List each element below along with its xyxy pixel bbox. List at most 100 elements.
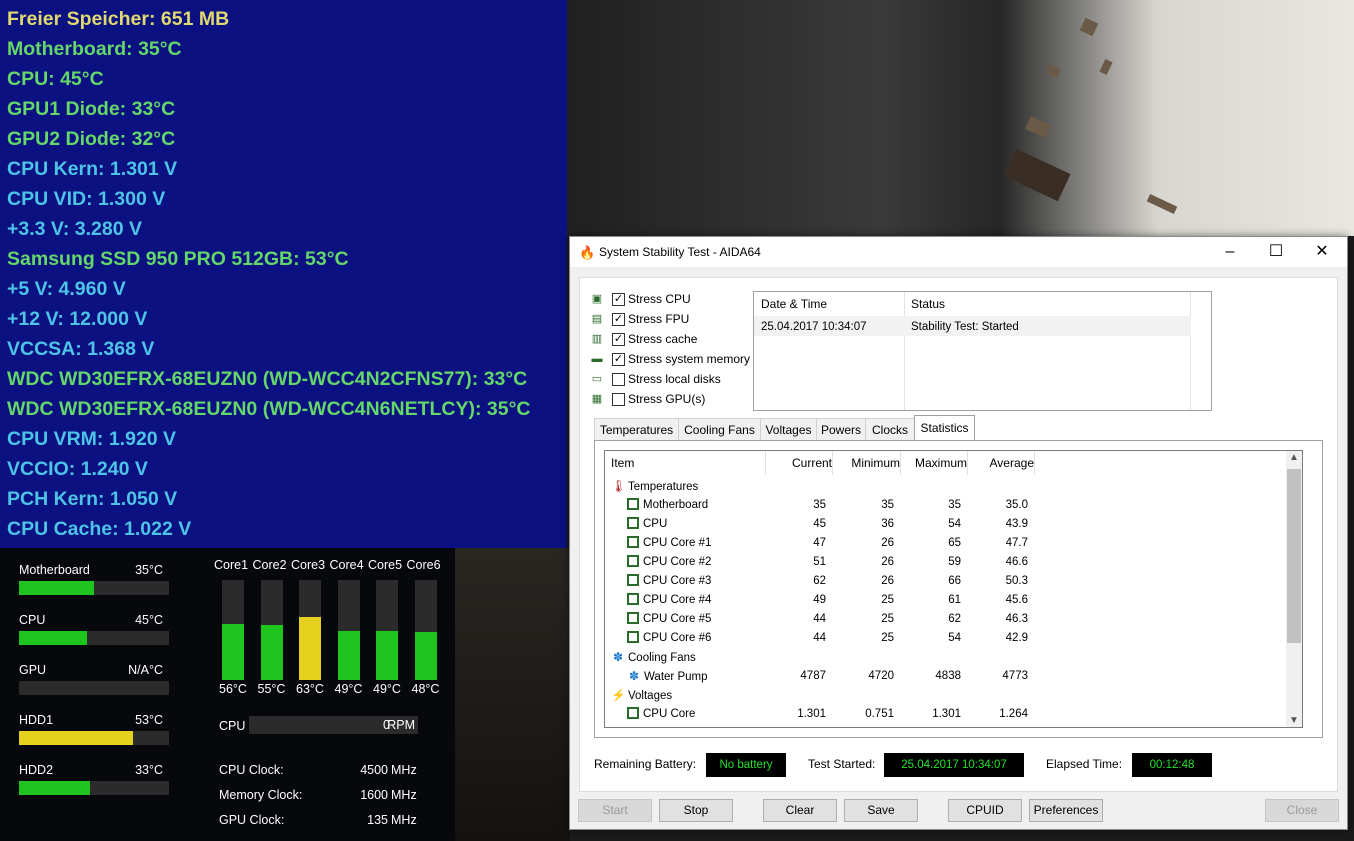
start-button[interactable]: Start	[578, 799, 652, 822]
core-temp: 49°C	[373, 682, 401, 696]
stats-cell-current: 1.301	[797, 708, 826, 720]
stats-item-label: CPU Core #5	[643, 613, 712, 625]
stress-checkbox[interactable]: ✓	[612, 333, 625, 346]
statistics-panel: Item Current Minimum Maximum Average 🌡 Temper…	[594, 440, 1323, 738]
stress-checkbox[interactable]: ✓	[612, 353, 625, 366]
cpu-icon	[627, 574, 639, 586]
cpu-icon	[627, 555, 639, 567]
stats-cell-item: CPU Core #2	[605, 553, 781, 572]
gadget-bar-label: GPU	[19, 663, 47, 677]
stats-row[interactable]: CPU Core 1.301 0.751 1.301 1.264	[605, 705, 1285, 724]
minimize-button[interactable]: –	[1207, 237, 1253, 267]
log-row-status: Stability Test: Started	[911, 321, 1019, 333]
stress-option-label: Stress local disks	[628, 372, 721, 386]
event-log[interactable]: Date & Time Status 25.04.2017 10:34:07 S…	[753, 291, 1212, 411]
stats-cell-item: ⚡ Voltages	[605, 686, 765, 705]
gadget-bar-fill	[19, 631, 87, 645]
stats-row[interactable]: CPU Core #6 44 25 54 42.9	[605, 629, 1285, 648]
stats-cell-min: 36	[881, 518, 894, 530]
clear-button[interactable]: Clear	[763, 799, 837, 822]
stats-cell-max: 65	[948, 537, 961, 549]
stats-row[interactable]: CPU 45 36 54 43.9	[605, 515, 1285, 534]
stats-cell-current	[765, 648, 826, 667]
stats-cell-max	[900, 686, 961, 705]
stress-checkbox[interactable]: ✓	[612, 313, 625, 326]
sensor-line: GPU1 Diode: 33°C	[7, 98, 176, 120]
cpuid-button[interactable]: CPUID	[948, 799, 1022, 822]
stats-row[interactable]: CPU Core #2 51 26 59 46.6	[605, 553, 1285, 572]
clock-value: 1600	[360, 788, 388, 802]
stop-button[interactable]: Stop	[659, 799, 733, 822]
stats-row[interactable]: CPU Core #1 47 26 65 47.7	[605, 534, 1285, 553]
fan-unit: RPM	[387, 718, 415, 732]
close-window-button[interactable]: ✕	[1299, 237, 1345, 267]
tab-powers[interactable]: Powers	[816, 418, 866, 441]
stats-header-item[interactable]: Item	[605, 451, 766, 475]
clock-unit: MHz	[391, 763, 417, 777]
sensor-line: GPU2 Diode: 32°C	[7, 128, 176, 150]
core-bar-fill	[260, 625, 283, 680]
stats-cell-item: ✽ Water Pump	[605, 667, 781, 686]
stats-item-label: CPU Core #6	[643, 632, 712, 644]
tab-cooling-fans[interactable]: Cooling Fans	[678, 418, 761, 441]
sensor-line: CPU VID: 1.300 V	[7, 188, 166, 210]
clock-label: CPU Clock:	[219, 763, 284, 777]
stats-header-max[interactable]: Maximum	[900, 451, 968, 475]
sensor-line: Freier Speicher: 651 MB	[7, 8, 230, 30]
scroll-up-icon[interactable]: ▲	[1289, 452, 1299, 463]
save-button[interactable]: Save	[844, 799, 918, 822]
stats-cell-max: 54	[948, 518, 961, 530]
stats-row[interactable]: CPU Core #5 44 25 62 46.3	[605, 610, 1285, 629]
core-bar	[414, 580, 437, 680]
stress-checkbox[interactable]	[612, 393, 625, 406]
stats-row[interactable]: 🌡 Temperatures	[605, 477, 1285, 496]
title-bar[interactable]: 🔥 System Stability Test - AIDA64 – ☐ ✕	[570, 237, 1347, 267]
status-row: Remaining Battery: No battery Test Start…	[594, 753, 1324, 777]
stats-row[interactable]: CPU Core #4 49 25 61 45.6	[605, 591, 1285, 610]
stats-cell-min: 35	[881, 499, 894, 511]
fan-icon: ✽	[628, 669, 640, 683]
gadget-bar-label: HDD2	[19, 763, 54, 777]
motherboard-icon	[627, 498, 639, 510]
stats-header-avg[interactable]: Average	[967, 451, 1035, 475]
wallpaper-shard	[1045, 63, 1061, 79]
stress-checkbox[interactable]: ✓	[612, 293, 625, 306]
preferences-button[interactable]: Preferences	[1029, 799, 1103, 822]
scroll-down-icon[interactable]: ▼	[1289, 715, 1299, 726]
maximize-button[interactable]: ☐	[1253, 237, 1299, 267]
thermometer-icon: 🌡	[611, 479, 627, 493]
stats-cell-max: 66	[948, 575, 961, 587]
cpu-icon	[627, 536, 639, 548]
stats-row[interactable]: ✽ Water Pump 4787 4720 4838 4773	[605, 667, 1285, 686]
sensor-line: CPU VRM: 1.920 V	[7, 428, 177, 450]
stress-checkbox[interactable]	[612, 373, 625, 386]
stats-row[interactable]: ✽ Cooling Fans	[605, 648, 1285, 667]
scroll-thumb[interactable]	[1287, 469, 1301, 643]
desktop-wallpaper-bottom	[455, 548, 570, 841]
stats-scrollbar[interactable]: ▲ ▼	[1286, 451, 1302, 727]
stats-header-min[interactable]: Minimum	[832, 451, 901, 475]
gadget-bar-value: 53°C	[135, 713, 163, 727]
stability-test-window[interactable]: 🔥 System Stability Test - AIDA64 – ☐ ✕ ▣…	[569, 236, 1348, 830]
stats-cell-item: CPU Core #3	[605, 572, 781, 591]
stats-cell-item: CPU Core #6	[605, 629, 781, 648]
close-button[interactable]: Close	[1265, 799, 1339, 822]
stats-row[interactable]: Motherboard 35 35 35 35.0	[605, 496, 1285, 515]
core-label: Core6	[406, 558, 441, 572]
stats-header-current[interactable]: Current	[765, 451, 833, 475]
statistics-table[interactable]: Item Current Minimum Maximum Average 🌡 Temper…	[604, 450, 1303, 728]
wallpaper-shard	[1099, 58, 1113, 76]
tab-clocks[interactable]: Clocks	[865, 418, 915, 441]
sensor-line: WDC WD30EFRX-68EUZN0 (WD-WCC4N2CFNS77): …	[7, 368, 528, 390]
stats-cell-current: 45	[813, 518, 826, 530]
stats-cell-max: 35	[948, 499, 961, 511]
tab-statistics[interactable]: Statistics	[914, 415, 975, 441]
battery-label: Remaining Battery:	[594, 757, 697, 771]
sensor-gadget: Motherboard 35°C CPU 45°C GPU N/A°C HDD1 53°C HD…	[0, 548, 455, 841]
stats-row[interactable]: CPU Core #3 62 26 66 50.3	[605, 572, 1285, 591]
stats-row[interactable]: ⚡ Voltages	[605, 686, 1285, 705]
clock-value: 4500	[360, 763, 388, 777]
tab-temperatures[interactable]: Temperatures	[594, 418, 679, 441]
tab-voltages[interactable]: Voltages	[760, 418, 817, 441]
log-divider	[1190, 292, 1191, 410]
